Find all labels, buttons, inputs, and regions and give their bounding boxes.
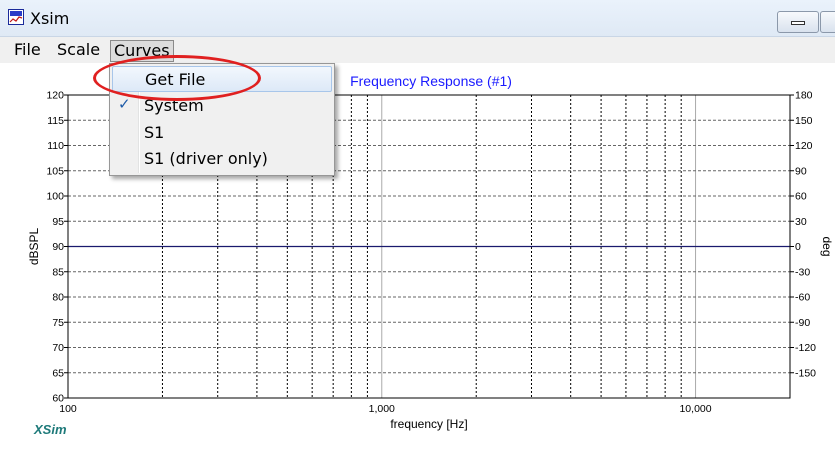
minimize-button[interactable]: [777, 11, 819, 33]
y2-tick-label: 0: [795, 241, 801, 253]
x-tick-label: 1,000: [369, 403, 395, 415]
y-tick-label: 75: [52, 317, 64, 329]
y-tick-label: 100: [46, 191, 64, 203]
maximize-button[interactable]: [820, 11, 835, 33]
y2-tick-label: -90: [795, 317, 810, 329]
x-tick-label: 100: [59, 403, 77, 415]
y-tick-label: 70: [52, 342, 64, 354]
y-tick-label: 85: [52, 266, 64, 278]
y-tick-label: 110: [47, 140, 64, 152]
menu-scale[interactable]: Scale: [54, 40, 103, 60]
xsim-app-icon: [8, 9, 24, 25]
y2-tick-label: 180: [795, 90, 813, 102]
y2-tick-label: -30: [795, 266, 810, 278]
y-tick-label: 80: [52, 292, 64, 304]
menu-item-label: S1: [144, 123, 165, 142]
y2-tick-label: 120: [795, 140, 813, 152]
y2-axis-label: deg: [820, 236, 834, 256]
checkmark-icon: ✓: [118, 95, 131, 113]
y-tick-label: 115: [47, 115, 64, 127]
xsim-watermark: XSim: [33, 422, 67, 437]
y2-tick-label: 90: [795, 165, 807, 177]
menu-item-label: S1 (driver only): [144, 149, 268, 168]
annotation-ellipse: [93, 55, 261, 101]
y2-tick-label: -150: [795, 367, 816, 379]
y-tick-label: 105: [46, 165, 64, 177]
y2-tick-label: -120: [795, 342, 816, 354]
y2-tick-label: 60: [795, 191, 807, 203]
chart-title: Frequency Response (#1): [350, 73, 512, 89]
y2-tick-label: 150: [795, 115, 813, 127]
y-tick-label: 95: [52, 216, 64, 228]
x-axis-label: frequency [Hz]: [390, 417, 467, 431]
y-tick-label: 120: [46, 90, 64, 102]
window-title: Xsim: [30, 9, 70, 28]
menu-item-s1[interactable]: S1: [112, 120, 332, 146]
y2-tick-label: -60: [795, 292, 810, 304]
title-bar[interactable]: Xsim: [0, 0, 835, 37]
menu-file[interactable]: File: [11, 40, 44, 60]
y-axis-label: dBSPL: [27, 227, 41, 265]
y2-tick-label: 30: [795, 216, 807, 228]
y-tick-label: 65: [52, 367, 64, 379]
y-tick-label: 90: [52, 241, 64, 253]
menu-item-s1-driver-only[interactable]: S1 (driver only): [112, 146, 332, 172]
minimize-icon: [791, 21, 805, 25]
x-tick-label: 10,000: [679, 403, 711, 415]
